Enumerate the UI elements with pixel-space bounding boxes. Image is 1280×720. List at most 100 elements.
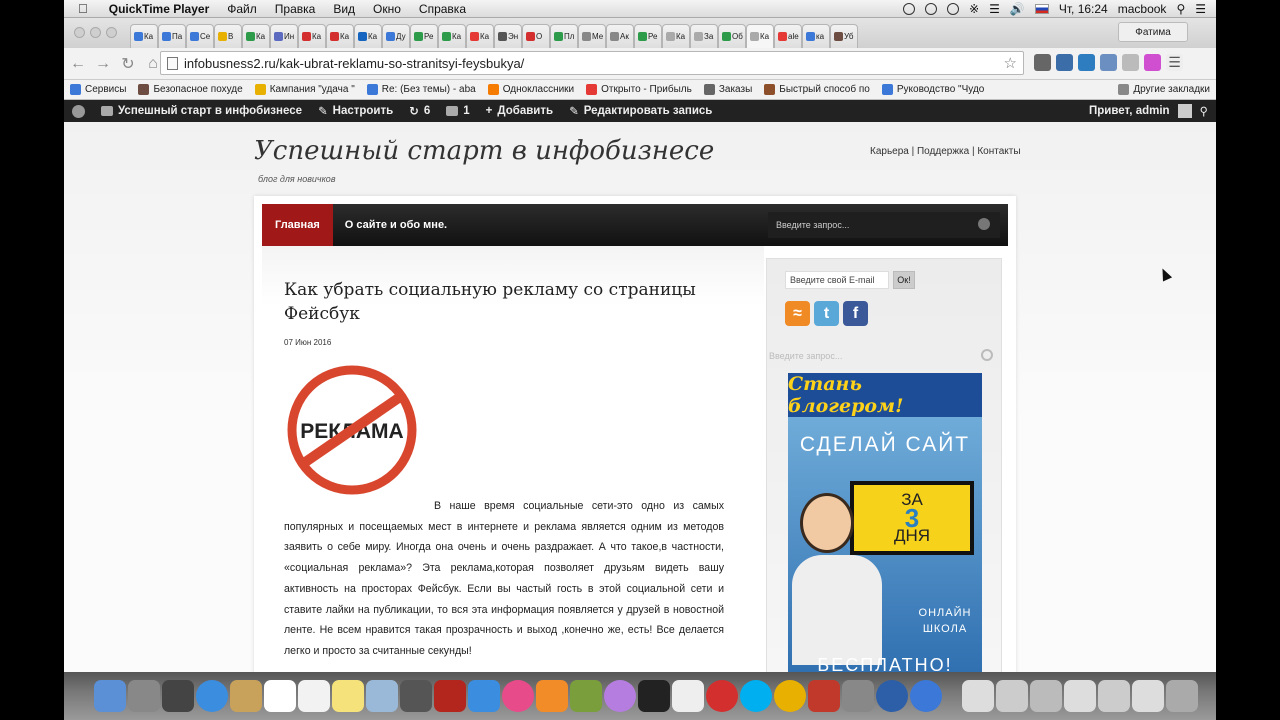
twitter-icon[interactable]: t	[814, 301, 839, 326]
dock-window4-icon[interactable]	[1064, 680, 1096, 712]
browser-tab[interactable]: О	[522, 24, 550, 48]
browser-tab[interactable]: Ка	[662, 24, 690, 48]
browser-tab[interactable]: Ре	[634, 24, 662, 48]
forward-button[interactable]: →	[92, 53, 114, 75]
extension-icon[interactable]	[1078, 54, 1095, 71]
menu-help[interactable]: Справка	[410, 2, 475, 16]
browser-tab[interactable]: Ме	[578, 24, 606, 48]
browser-tab[interactable]: В	[214, 24, 242, 48]
wp-search-icon[interactable]: ⚲	[1200, 104, 1208, 118]
dock-flower-icon[interactable]	[604, 680, 636, 712]
wp-edit-post-link[interactable]: ✎ Редактировать запись	[561, 104, 720, 118]
browser-tab[interactable]: Ка	[466, 24, 494, 48]
post-title[interactable]: Как убрать социальную рекламу со страниц…	[284, 278, 744, 326]
dock-photo-app-icon[interactable]	[808, 680, 840, 712]
dock-facetime-icon[interactable]	[400, 680, 432, 712]
dock-opera-icon[interactable]	[706, 680, 738, 712]
menu-view[interactable]: Вид	[324, 2, 364, 16]
browser-tab[interactable]: Ка	[746, 24, 774, 48]
dock-photo-booth-icon[interactable]	[434, 680, 466, 712]
dock-preview-icon[interactable]	[366, 680, 398, 712]
browser-tab[interactable]: Об	[718, 24, 746, 48]
profile-button[interactable]: Фатима	[1118, 22, 1188, 42]
browser-tab[interactable]: Ка	[130, 24, 158, 48]
volume-icon[interactable]: 🔊	[1010, 2, 1025, 16]
rss-icon[interactable]: ≈	[785, 301, 810, 326]
browser-tab[interactable]: Ка	[354, 24, 382, 48]
wifi-icon[interactable]: ☰	[989, 2, 1000, 16]
apple-menu-icon[interactable]: 	[64, 1, 100, 16]
dock-skype-icon[interactable]	[740, 680, 772, 712]
browser-tab[interactable]: Па	[158, 24, 186, 48]
dock-itunes-icon[interactable]	[502, 680, 534, 712]
browser-tab[interactable]: Ка	[326, 24, 354, 48]
menubar-clock[interactable]: Чт, 16:24	[1059, 2, 1108, 16]
trash-extension-icon[interactable]	[1122, 54, 1139, 71]
bookmark-item[interactable]: Кампания "удача "	[249, 84, 361, 95]
browser-tab[interactable]: Ка	[298, 24, 326, 48]
sidebar-search-input[interactable]: Введите запрос...	[769, 351, 842, 361]
search-icon[interactable]	[978, 218, 990, 230]
zoom-window-button[interactable]	[106, 27, 117, 38]
browser-tab[interactable]: Ду	[382, 24, 410, 48]
extension-icon[interactable]	[1144, 54, 1161, 71]
dock-chrome-icon[interactable]	[774, 680, 806, 712]
bluetooth-icon[interactable]: ※	[969, 2, 979, 16]
dock-game-icon[interactable]	[570, 680, 602, 712]
browser-tab[interactable]: Ин	[270, 24, 298, 48]
back-button[interactable]: ←	[67, 53, 89, 75]
nav-about[interactable]: О сайте и обо мне.	[333, 219, 459, 231]
sidebar-search-icon[interactable]	[981, 349, 993, 361]
wp-site-link[interactable]: Успешный старт в инфобизнесе	[93, 105, 310, 117]
notification-center-icon[interactable]: ☰	[1195, 2, 1206, 16]
dock-finder-icon[interactable]	[94, 680, 126, 712]
bookmark-item[interactable]: Одноклассники	[482, 84, 580, 95]
bookmark-item[interactable]: Руководство "Чудо	[876, 84, 991, 95]
nav-home[interactable]: Главная	[262, 204, 333, 246]
dock-window5-icon[interactable]	[1098, 680, 1130, 712]
menu-icon[interactable]: ☰	[1166, 54, 1183, 71]
menu-window[interactable]: Окно	[364, 2, 410, 16]
bookmark-item[interactable]: Безопасное похуде	[132, 84, 248, 95]
dock-window6-icon[interactable]	[1132, 680, 1164, 712]
record-icon[interactable]	[925, 2, 938, 15]
promo-banner[interactable]: Стань блогером! СДЕЛАЙ САЙТ ЗА 3 ДНЯ ОНЛ…	[788, 373, 982, 672]
browser-tab[interactable]: Пл	[550, 24, 578, 48]
dock-window2-icon[interactable]	[996, 680, 1028, 712]
wp-customize-link[interactable]: ✎ Настроить	[310, 104, 401, 118]
input-language-flag-icon[interactable]	[1034, 3, 1049, 14]
menu-edit[interactable]: Правка	[266, 2, 325, 16]
browser-tab[interactable]: Эн	[494, 24, 522, 48]
extension-icon[interactable]	[1034, 54, 1051, 71]
bookmark-item[interactable]: Заказы	[698, 84, 758, 95]
browser-tab[interactable]: Се	[186, 24, 214, 48]
menu-file[interactable]: Файл	[218, 2, 266, 16]
bookmark-item[interactable]: Другие закладки	[1112, 84, 1216, 95]
dock-safari-icon[interactable]	[196, 680, 228, 712]
dock-launchpad-icon[interactable]	[128, 680, 160, 712]
dock-window1-icon[interactable]	[962, 680, 994, 712]
nav-search-input[interactable]: Введите запрос...	[768, 212, 1000, 238]
dock-ibooks-icon[interactable]	[536, 680, 568, 712]
subscribe-button[interactable]: Ок!	[893, 271, 915, 289]
bookmark-item[interactable]: Re: (Без темы) - aba	[361, 84, 482, 95]
wp-updates-link[interactable]: ↻ 6	[401, 104, 438, 118]
dock-trash-icon[interactable]	[1166, 680, 1198, 712]
dock-activity-monitor-icon[interactable]	[638, 680, 670, 712]
spotlight-icon[interactable]: ⚲	[1176, 2, 1185, 16]
dock-network-icon[interactable]	[910, 680, 942, 712]
dock-calendar-icon[interactable]	[264, 680, 296, 712]
close-window-button[interactable]	[74, 27, 85, 38]
browser-tab[interactable]: Ка	[438, 24, 466, 48]
address-bar[interactable]: infobusness2.ru/kak-ubrat-reklamu-so-str…	[160, 51, 1024, 75]
dock-reminders-icon[interactable]	[298, 680, 330, 712]
wordpress-logo-icon[interactable]	[64, 104, 93, 118]
bookmark-item[interactable]: Быстрый способ по	[758, 84, 876, 95]
wp-account-link[interactable]: Привет, admin	[1089, 105, 1170, 117]
bookmark-item[interactable]: Открыто - Прибыль	[580, 84, 698, 95]
browser-tab[interactable]: Ак	[606, 24, 634, 48]
app-menu[interactable]: QuickTime Player	[100, 2, 219, 16]
bookmark-star-icon[interactable]: ☆	[1004, 54, 1017, 72]
dock-app-store-icon[interactable]	[468, 680, 500, 712]
dock-text-file-icon[interactable]	[672, 680, 704, 712]
